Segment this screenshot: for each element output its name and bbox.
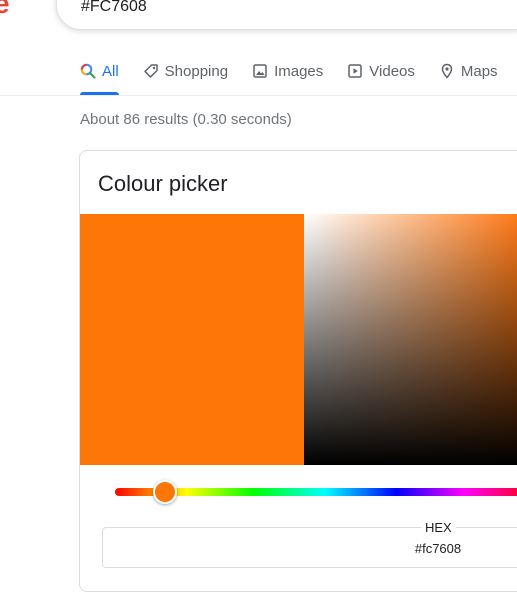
hue-slider-thumb[interactable] xyxy=(153,480,177,504)
hex-label: HEX xyxy=(421,520,456,535)
tab-label: Shopping xyxy=(164,62,229,80)
search-icon xyxy=(80,63,96,79)
saturation-value-area[interactable] xyxy=(304,214,517,465)
tab-label: All xyxy=(102,62,119,80)
tab-all[interactable]: All xyxy=(80,60,119,95)
search-input[interactable]: #FC7608 xyxy=(56,0,517,30)
tab-shopping[interactable]: Shopping xyxy=(143,60,228,82)
tab-images[interactable]: Images xyxy=(252,60,323,82)
tabs-divider xyxy=(0,95,517,96)
tab-label: Images xyxy=(274,62,324,80)
card-title: Colour picker xyxy=(98,171,228,196)
play-icon xyxy=(348,64,363,78)
hex-input[interactable]: HEX #fc7608 xyxy=(102,520,517,568)
tag-icon xyxy=(143,64,158,78)
search-query: #FC7608 xyxy=(81,0,147,15)
tab-label: Videos xyxy=(369,62,415,80)
google-logo-fragment[interactable]: e xyxy=(0,0,10,20)
tab-label: Maps xyxy=(460,62,498,80)
tab-videos[interactable]: Videos xyxy=(347,60,415,82)
color-preview-swatch xyxy=(80,214,304,465)
image-icon xyxy=(253,64,267,78)
colour-picker-card: Colour picker HEX #fc7608 xyxy=(79,150,517,592)
tab-maps[interactable]: Maps xyxy=(439,60,498,82)
search-tabs: All Shopping Images Videos Maps xyxy=(80,60,517,96)
result-stats: About 86 results (0.30 seconds) xyxy=(80,111,292,128)
hex-value[interactable]: #fc7608 xyxy=(103,541,517,556)
map-pin-icon xyxy=(441,63,453,79)
